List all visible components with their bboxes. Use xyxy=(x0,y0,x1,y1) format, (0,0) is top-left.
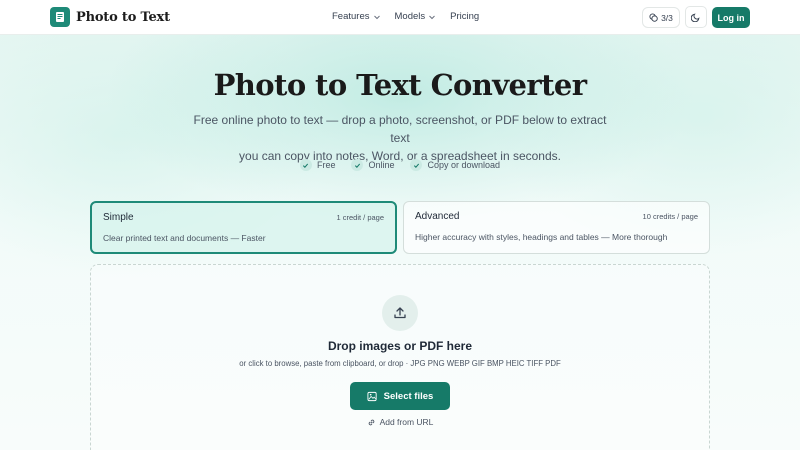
nav-models-label: Models xyxy=(394,11,426,22)
main-nav: Features Models Pricing xyxy=(332,11,479,22)
mode-option-advanced[interactable]: Advanced 10 credits / page Higher accura… xyxy=(403,201,710,254)
feature-copy-download: Copy or download xyxy=(410,159,500,171)
coins-icon xyxy=(649,13,658,22)
mode-cost: 1 credit / page xyxy=(336,213,384,222)
nav-models[interactable]: Models xyxy=(395,11,437,22)
file-dropzone[interactable]: Drop images or PDF here or click to brow… xyxy=(90,264,710,450)
dropzone-hint: or click to browse, paste from clipboard… xyxy=(239,359,561,368)
mode-cost: 10 credits / page xyxy=(642,212,698,221)
credits-badge[interactable]: 3/3 xyxy=(642,7,680,28)
upload-icon xyxy=(382,295,418,331)
check-icon xyxy=(410,159,423,171)
chevron-down-icon xyxy=(373,15,380,19)
nav-pricing[interactable]: Pricing xyxy=(450,11,479,22)
theme-toggle-button[interactable] xyxy=(685,6,707,28)
dropzone-title: Drop images or PDF here xyxy=(327,339,473,353)
check-icon xyxy=(351,159,364,171)
select-files-label: Select files xyxy=(383,390,434,402)
page-subtitle: Free online photo to text — drop a photo… xyxy=(190,111,610,165)
feature-label: Copy or download xyxy=(427,160,501,170)
chevron-down-icon xyxy=(429,15,435,19)
top-navbar: Photo to Text Features Models Pricing 3/… xyxy=(0,0,800,35)
check-icon xyxy=(299,159,312,171)
credits-count: 3/3 xyxy=(661,12,673,23)
add-from-url-label: Add from URL xyxy=(379,417,434,427)
feature-online: Online xyxy=(351,159,394,171)
mode-name: Advanced xyxy=(415,211,460,222)
nav-features-label: Features xyxy=(332,11,370,22)
document-image-icon xyxy=(50,7,70,27)
nav-features[interactable]: Features xyxy=(332,11,381,22)
mode-description: Clear printed text and documents — Faste… xyxy=(103,233,266,243)
mode-option-simple[interactable]: Simple 1 credit / page Clear printed tex… xyxy=(90,201,397,254)
login-button[interactable]: Log in xyxy=(712,7,750,28)
page-title: Photo to Text Converter xyxy=(213,68,587,102)
feature-list: Free Online Copy or download xyxy=(0,159,800,171)
add-from-url-link[interactable]: Add from URL xyxy=(91,417,709,427)
nav-pricing-label: Pricing xyxy=(450,11,480,22)
mode-description: Higher accuracy with styles, headings an… xyxy=(415,232,668,242)
feature-label: Online xyxy=(368,160,395,170)
brand-name: Photo to Text xyxy=(76,9,170,25)
brand[interactable]: Photo to Text xyxy=(50,7,170,27)
select-files-button[interactable]: Select files xyxy=(350,382,450,410)
subtitle-line-1: Free online photo to text — drop a photo… xyxy=(193,113,607,145)
moon-icon xyxy=(691,13,700,22)
feature-label: Free xyxy=(316,160,336,170)
feature-free: Free xyxy=(299,159,336,171)
image-add-icon xyxy=(367,391,377,401)
mode-name: Simple xyxy=(103,212,134,223)
main-content: Photo to Text Converter Free online phot… xyxy=(0,35,800,450)
link-icon xyxy=(368,419,374,425)
